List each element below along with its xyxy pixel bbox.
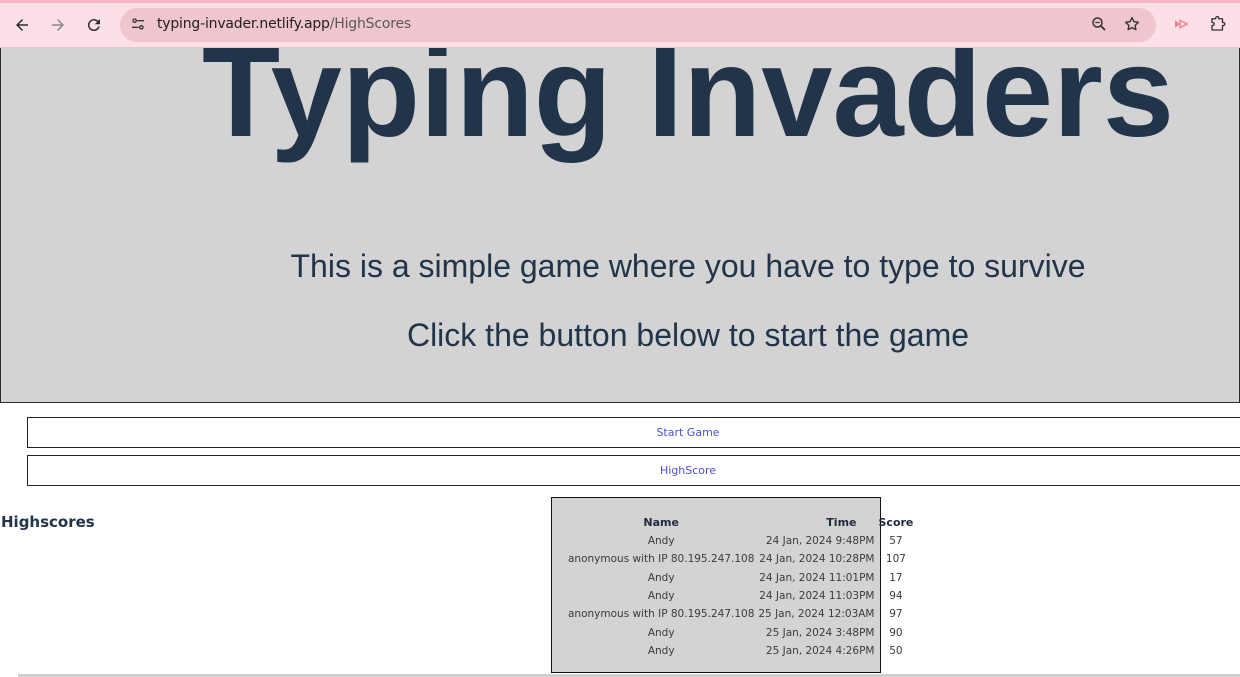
url-host: typing-invader.netlify.app — [157, 16, 330, 32]
cell-time: 24 Jan, 2024 11:01PM — [759, 571, 875, 584]
highscore-label: HighScore — [659, 464, 717, 477]
start-game-label: Start Game — [656, 426, 720, 439]
cell-score: 107 — [885, 553, 906, 566]
reload-button[interactable] — [81, 12, 107, 38]
cell-name: Andy — [647, 535, 675, 548]
hero-panel: Typing Invaders This is a simple game wh… — [0, 48, 1240, 403]
game-description: This is a simple game where you have to … — [290, 248, 1086, 284]
forward-button[interactable] — [45, 12, 71, 38]
site-info-button[interactable] — [127, 13, 149, 35]
highscore-button[interactable]: HighScore — [27, 455, 1240, 486]
zoom-button[interactable] — [1089, 14, 1109, 34]
back-button[interactable] — [9, 12, 35, 38]
url-text[interactable]: typing-invader.netlify.app/HighScores — [157, 16, 411, 32]
arrow-right-icon — [52, 19, 64, 31]
table-row: Andy 25 Jan, 2024 3:48PM 90 — [566, 623, 915, 641]
cell-score: 50 — [889, 644, 903, 657]
cell-time: 24 Jan, 2024 9:48PM — [765, 535, 875, 548]
arrow-left-icon — [16, 19, 28, 31]
cell-name: Andy — [647, 644, 675, 657]
browser-toolbar: typing-invader.netlify.app/HighScores — [0, 0, 1240, 48]
cell-score: 17 — [889, 571, 903, 584]
cell-score: 90 — [889, 626, 903, 639]
cell-name: Andy — [647, 571, 675, 584]
cell-time: 25 Jan, 2024 12:03AM — [758, 608, 875, 621]
column-header-name: Name — [643, 516, 679, 529]
column-header-time: Time — [826, 516, 857, 529]
start-instruction: Click the button below to start the game — [406, 317, 970, 353]
zoom-icon — [1092, 17, 1106, 31]
bookmark-button[interactable] — [1122, 14, 1142, 34]
tab-strip — [0, 0, 1240, 3]
table-row: anonymous with IP 80.195.247.108 24 Jan,… — [566, 550, 915, 568]
cell-time: 24 Jan, 2024 11:03PM — [759, 590, 875, 603]
page-content: Typing Invaders This is a simple game wh… — [0, 48, 1240, 677]
cell-name: Andy — [647, 626, 675, 639]
cell-name: anonymous with IP 80.195.247.108 — [568, 553, 755, 566]
extension-logo-icon — [1175, 18, 1189, 30]
cell-score: 97 — [889, 608, 903, 621]
table-row: Andy 24 Jan, 2024 11:03PM 94 — [566, 587, 915, 605]
cell-score: 94 — [889, 590, 903, 603]
highscores-table: Name Time Score Andy 24 Jan, 2024 9:48PM… — [566, 513, 915, 660]
table-row: Andy 25 Jan, 2024 4:26PM 50 — [566, 642, 915, 660]
cell-time: 24 Jan, 2024 10:28PM — [759, 553, 875, 566]
table-header-row: Name Time Score — [566, 513, 915, 532]
cell-time: 25 Jan, 2024 4:26PM — [765, 644, 875, 657]
table-row: Andy 24 Jan, 2024 11:01PM 17 — [566, 569, 915, 587]
tune-icon — [132, 18, 144, 30]
extension-button[interactable] — [1171, 14, 1191, 34]
table-row: anonymous with IP 80.195.247.108 25 Jan,… — [566, 605, 915, 623]
cell-name: Andy — [647, 590, 675, 603]
reload-icon — [87, 19, 100, 32]
star-icon — [1124, 16, 1140, 31]
extensions-menu-button[interactable] — [1208, 14, 1228, 34]
highscores-table-panel: Name Time Score Andy 24 Jan, 2024 9:48PM… — [551, 497, 913, 673]
cell-time: 25 Jan, 2024 3:48PM — [765, 626, 875, 639]
highscores-heading: Highscores — [1, 513, 95, 531]
cell-score: 57 — [889, 535, 903, 548]
game-title: Typing Invaders — [201, 48, 1175, 164]
table-row: Andy 24 Jan, 2024 9:48PM 57 — [566, 532, 915, 550]
url-path: /HighScores — [329, 16, 411, 32]
puzzle-icon — [1211, 15, 1226, 31]
cell-name: anonymous with IP 80.195.247.108 — [568, 608, 755, 621]
column-header-score: Score — [878, 516, 914, 529]
start-game-button[interactable]: Start Game — [27, 417, 1240, 448]
